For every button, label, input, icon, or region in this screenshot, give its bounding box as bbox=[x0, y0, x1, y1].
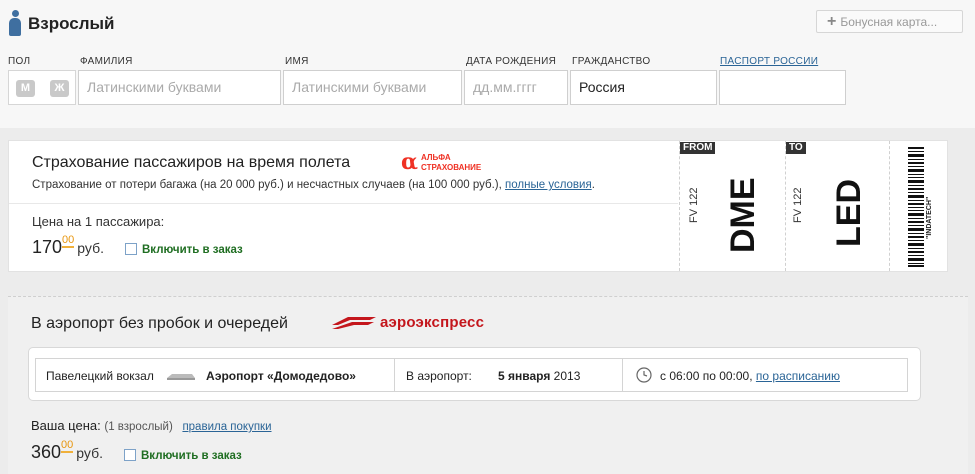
travel-date-year: 2013 bbox=[553, 369, 581, 383]
insurance-conditions-link[interactable]: полные условия bbox=[505, 179, 592, 191]
purchase-rules-link[interactable]: правила покупки bbox=[182, 421, 271, 433]
citizenship-select[interactable]: Россия bbox=[570, 70, 717, 105]
birthdate-label: ДАТА РОЖДЕНИЯ bbox=[466, 56, 557, 67]
bonus-card-button[interactable]: + Бонусная карта... bbox=[816, 10, 963, 33]
citizenship-label: ГРАЖДАНСТВО bbox=[572, 56, 651, 67]
alfa-logo-icon: α bbox=[401, 149, 418, 175]
alfa-logo-line1: АЛЬФА bbox=[421, 153, 451, 162]
insurance-price-cents: 00 bbox=[62, 234, 75, 248]
to-tag: TO bbox=[786, 142, 806, 154]
aeroexpress-title: В аэропорт без пробок и очередей bbox=[31, 315, 288, 332]
insurance-price-main: 170 bbox=[32, 237, 63, 257]
passenger-count: (1 взрослый) bbox=[104, 421, 173, 433]
aeroexpress-brand: аэроэкспресс bbox=[380, 314, 485, 331]
insurance-include-checkbox[interactable]: Включить в заказ bbox=[125, 243, 243, 256]
route-box: Павелецкий вокзал Аэропорт «Домодедово» … bbox=[28, 347, 921, 401]
your-price-label: Ваша цена: bbox=[31, 418, 101, 433]
travel-date: 5 января 2013 bbox=[498, 369, 580, 383]
insurance-description-text: Страхование от потери багажа (на 20 000 … bbox=[32, 179, 502, 191]
alfa-logo-line2: СТРАХОВАНИЕ bbox=[421, 163, 482, 172]
person-icon bbox=[9, 10, 21, 36]
route-divider bbox=[622, 359, 623, 391]
flight-number-from: FV 122 bbox=[688, 187, 700, 223]
name-input[interactable]: Латинскими буквами bbox=[283, 70, 462, 105]
aeroexpress-section: В аэропорт без пробок и очередей аэроэкс… bbox=[8, 296, 968, 474]
passport-input[interactable] bbox=[719, 70, 846, 105]
train-icon bbox=[167, 374, 195, 380]
passenger-section: Взрослый + Бонусная карта... ПОЛ ФАМИЛИЯ … bbox=[0, 0, 975, 128]
route-from: Павелецкий вокзал bbox=[46, 369, 154, 383]
name-label: ИМЯ bbox=[285, 56, 309, 67]
travel-date-day: 5 января bbox=[498, 369, 551, 383]
schedule-text: с 06:00 по 00:00, bbox=[660, 369, 753, 383]
birthdate-input[interactable]: дд.мм.гггг bbox=[464, 70, 568, 105]
schedule: с 06:00 по 00:00, по расписанию bbox=[660, 369, 840, 383]
passport-label-link[interactable]: ПАСПОРТ РОССИИ bbox=[720, 56, 818, 67]
insurance-price-label: Цена на 1 пассажира: bbox=[32, 214, 165, 229]
route-divider bbox=[394, 359, 395, 391]
insurance-divider bbox=[9, 203, 678, 204]
ticket-to-stub: TO FV 122 LED bbox=[785, 141, 891, 271]
from-tag: FROM bbox=[680, 142, 716, 154]
insurance-title: Страхование пассажиров на время полета bbox=[32, 154, 351, 171]
aeroexpress-logo-icon bbox=[332, 317, 376, 329]
aeroexpress-currency: руб. bbox=[76, 445, 103, 461]
flight-number-to: FV 122 bbox=[792, 187, 804, 223]
direction-label: В аэропорт: bbox=[406, 369, 472, 383]
route-row: Павелецкий вокзал Аэропорт «Домодедово» … bbox=[35, 358, 908, 392]
barcode-label: "INDATECH" bbox=[926, 196, 933, 239]
insurance-card: Страхование пассажиров на время полета α… bbox=[8, 140, 948, 272]
aeroexpress-price-main: 360 bbox=[31, 442, 62, 462]
clock-icon bbox=[636, 367, 652, 383]
barcode-graphic bbox=[908, 147, 924, 267]
bonus-card-label: Бонусная карта... bbox=[840, 15, 938, 29]
gender-label: ПОЛ bbox=[8, 56, 31, 67]
aeroexpress-price: 36000 руб. bbox=[31, 439, 103, 463]
aeroexpress-price-cents: 00 bbox=[61, 439, 74, 453]
insurance-include-label: Включить в заказ bbox=[142, 244, 243, 256]
gender-female-button[interactable]: Ж bbox=[50, 80, 69, 97]
insurance-currency: руб. bbox=[77, 240, 104, 256]
gender-male-button[interactable]: М bbox=[16, 80, 35, 97]
alfa-insurance-logo: α АЛЬФА СТРАХОВАНИЕ bbox=[401, 149, 511, 175]
aeroexpress-include-label: Включить в заказ bbox=[141, 450, 242, 462]
checkbox-icon[interactable] bbox=[124, 449, 136, 461]
aeroexpress-include-checkbox[interactable]: Включить в заказ bbox=[124, 449, 242, 462]
insurance-price: 17000 руб. bbox=[32, 234, 104, 258]
barcode-stub: "INDATECH" bbox=[889, 141, 947, 271]
surname-label: ФАМИЛИЯ bbox=[80, 56, 133, 67]
schedule-link[interactable]: по расписанию bbox=[756, 369, 840, 383]
passenger-title: Взрослый bbox=[28, 14, 115, 33]
plus-icon: + bbox=[827, 13, 837, 30]
gender-selector: М Ж bbox=[8, 70, 76, 105]
your-price-row: Ваша цена: (1 взрослый) правила покупки bbox=[31, 418, 272, 433]
ticket-from-stub: FROM FV 122 DME bbox=[679, 141, 785, 271]
surname-input[interactable]: Латинскими буквами bbox=[78, 70, 281, 105]
checkbox-icon[interactable] bbox=[125, 243, 137, 255]
insurance-description: Страхование от потери багажа (на 20 000 … bbox=[32, 179, 595, 191]
route-to: Аэропорт «Домодедово» bbox=[206, 369, 356, 383]
to-airport-code: LED bbox=[830, 179, 868, 247]
from-airport-code: DME bbox=[724, 177, 762, 253]
aeroexpress-logo: аэроэкспресс bbox=[330, 311, 486, 335]
